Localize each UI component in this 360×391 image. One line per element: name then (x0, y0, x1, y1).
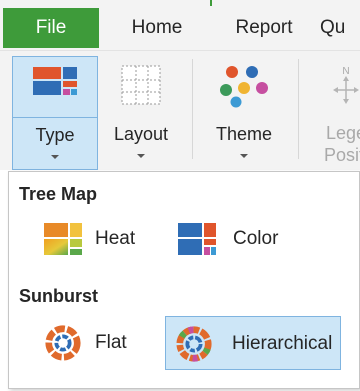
theme-palette-icon (220, 66, 268, 108)
type-button-split (13, 117, 97, 118)
treemap-color-label: Color (233, 228, 279, 249)
ribbon-separator (192, 59, 193, 159)
treemap-type-icon (33, 67, 77, 95)
type-button[interactable]: Type (12, 56, 98, 170)
tab-query[interactable]: Qu (320, 9, 360, 47)
layout-label: Layout (113, 124, 169, 144)
ribbon-separator (298, 59, 299, 159)
tab-report[interactable]: Report (218, 9, 310, 47)
chevron-down-icon[interactable] (51, 155, 59, 159)
sunburst-hierarchical-label: Hierarchical (232, 333, 333, 354)
sunburst-section-title: Sunburst (19, 286, 98, 306)
chevron-down-icon[interactable] (137, 154, 145, 158)
treemap-section-title: Tree Map (19, 184, 98, 204)
sunburst-hierarchical-option[interactable]: Hierarchical (165, 316, 341, 370)
sunburst-flat-label: Flat (95, 332, 127, 353)
sunburst-flat-icon (45, 325, 81, 361)
tab-accent-mark (210, 0, 212, 6)
theme-button[interactable]: Theme (204, 56, 284, 170)
sunburst-hierarchical-icon (176, 326, 212, 362)
layout-grid-icon (121, 65, 161, 105)
svg-text:N: N (342, 66, 349, 77)
sunburst-flat-option[interactable]: Flat (35, 316, 165, 370)
treemap-heat-icon (44, 223, 82, 255)
chevron-down-icon[interactable] (240, 154, 248, 158)
legend-label-line1: Lege (325, 123, 360, 143)
treemap-heat-option[interactable]: Heat (35, 212, 165, 266)
legend-label-line2: Positi (323, 145, 360, 165)
treemap-heat-label: Heat (95, 228, 136, 249)
ribbon-tab-bar: File Home Report Qu (0, 0, 360, 50)
tab-home[interactable]: Home (112, 9, 202, 47)
legend-position-button[interactable]: N Lege Positi (306, 56, 360, 170)
chart-type-dropdown: Tree Map Heat Color Sunburst Flat Hierar… (8, 171, 360, 389)
ribbon-toolbar: Type Layout Theme N Leg Posi (0, 50, 360, 170)
type-label: Type (35, 125, 75, 145)
legend-position-icon: N (333, 66, 359, 104)
treemap-color-option[interactable]: Color (167, 212, 307, 266)
legend-position-label: Lege Positi (306, 122, 360, 166)
tab-file[interactable]: File (3, 8, 99, 48)
theme-label: Theme (215, 124, 273, 144)
treemap-color-icon (178, 223, 216, 255)
layout-button[interactable]: Layout (104, 56, 178, 170)
